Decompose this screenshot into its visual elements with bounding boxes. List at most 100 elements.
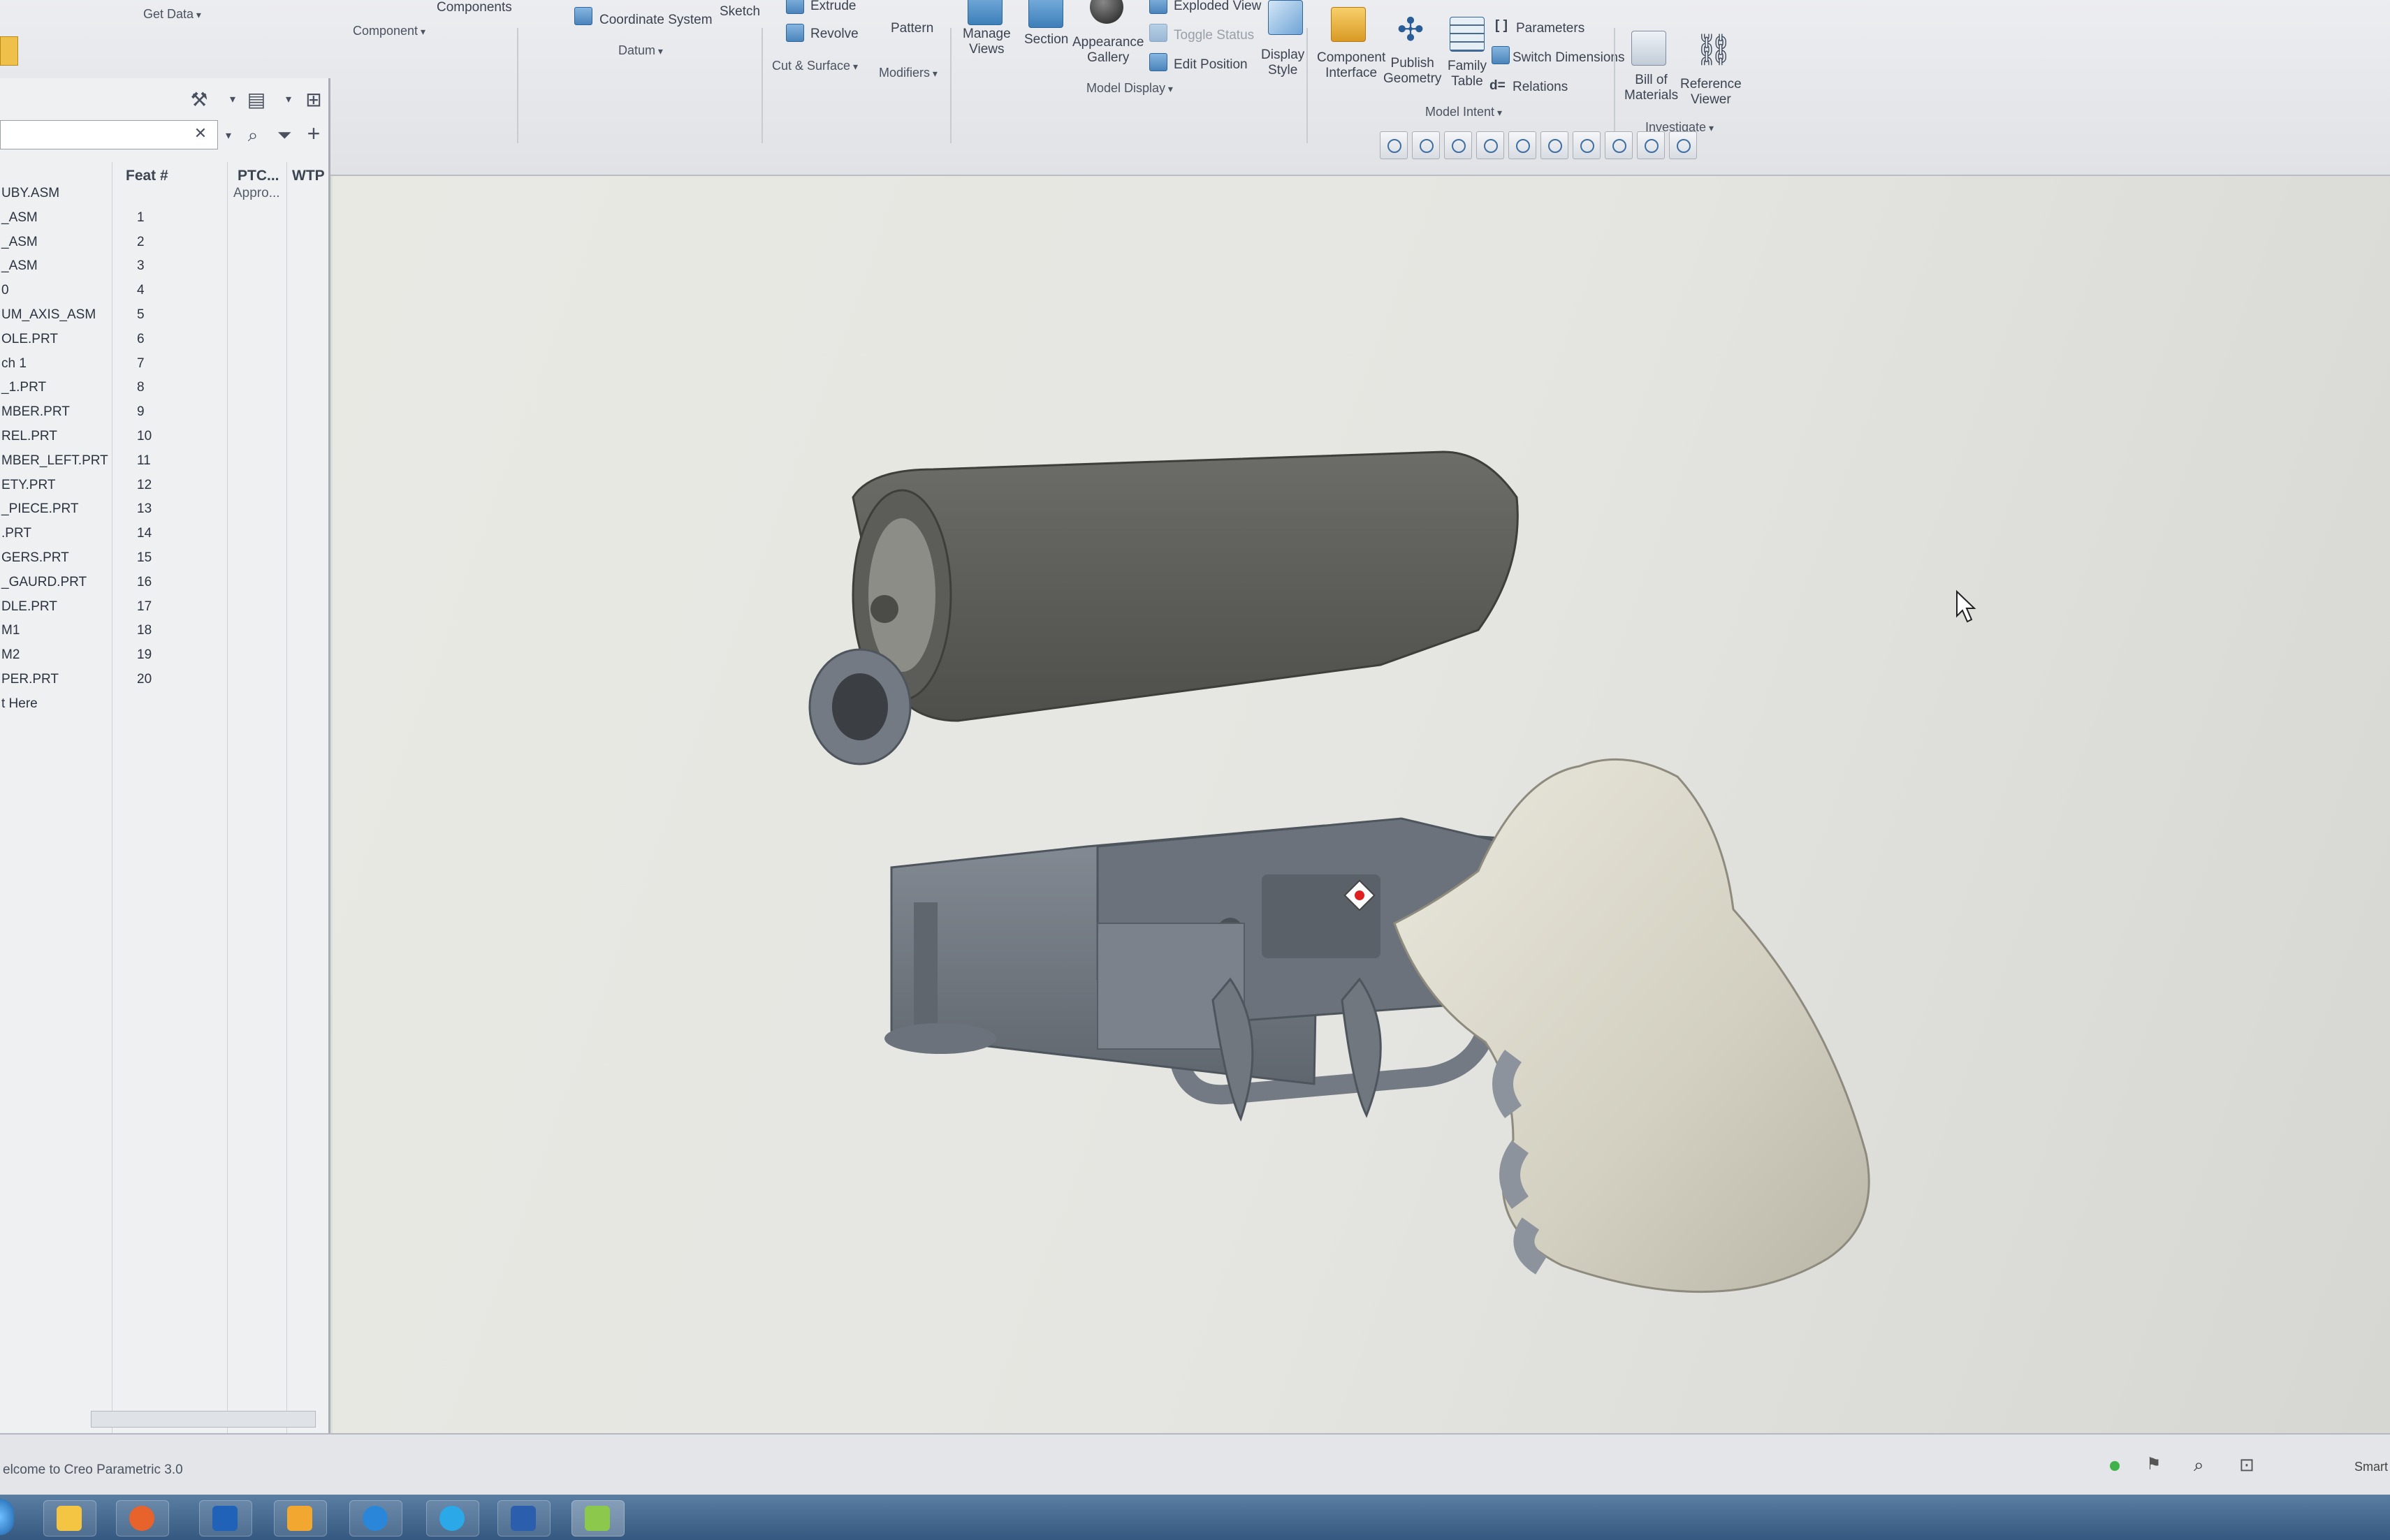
filter-funnel-icon[interactable]: ⏷ [272,123,296,147]
annotation-display-icon[interactable] [1637,131,1665,159]
relations-icon[interactable]: d= [1489,78,1506,94]
datum-display-icon[interactable] [1605,131,1633,159]
cut-surface-group-label[interactable]: Cut & Surface [772,59,858,73]
bill-of-materials-icon[interactable] [1631,31,1666,66]
parameters-icon[interactable]: [ ] [1495,18,1508,34]
tree-row[interactable]: REL.PRT 10 [0,425,328,449]
media-player-app[interactable] [116,1500,169,1537]
component-group-label[interactable]: Component [353,24,425,38]
publish-geometry-button[interactable]: Publish Geometry [1383,56,1441,87]
exploded-view-icon[interactable] [1149,0,1167,14]
extrude-icon[interactable] [786,0,804,14]
revolve-button[interactable]: Revolve [810,27,859,42]
tree-row[interactable]: 04 [0,279,328,303]
tree-row[interactable]: _ASM 2 [0,230,328,255]
switch-dimensions-icon[interactable] [1492,46,1510,64]
pattern-button[interactable]: Pattern [891,21,933,36]
outlook-app[interactable] [199,1500,252,1537]
tree-row[interactable]: _PIECE.PRT 13 [0,497,328,522]
coordinate-system-button[interactable]: Coordinate System [599,13,713,28]
toggle-status-icon[interactable] [1149,24,1167,42]
creo-app[interactable] [349,1500,402,1537]
flag-icon[interactable]: ⚑ [2146,1454,2162,1474]
tree-row[interactable]: ch 1 7 [0,352,328,376]
switch-dimensions-button[interactable]: Switch Dimensions [1513,50,1625,66]
reference-viewer-button[interactable]: Reference Viewer [1680,77,1742,108]
section-icon[interactable] [1028,0,1063,28]
tree-row[interactable]: GERS.PRT 15 [0,546,328,571]
model-render[interactable] [333,176,2390,1433]
start-button[interactable] [0,1499,14,1535]
creo-parametric-app[interactable] [571,1500,625,1537]
tree-row[interactable]: OLE.PRT 6 [0,328,328,352]
relations-button[interactable]: Relations [1513,80,1568,95]
revolve-icon[interactable] [786,24,804,42]
manage-views-button[interactable]: Manage Views [963,27,1011,57]
selection-filter[interactable]: Smart [2354,1460,2388,1474]
view-manager-icon[interactable] [1540,131,1568,159]
family-table-icon[interactable] [1450,17,1485,52]
skype-app[interactable] [426,1500,479,1537]
appearance-gallery-button[interactable]: Appearance Gallery [1072,35,1144,66]
search-dropdown-icon[interactable]: ▾ [217,124,240,148]
tree-row[interactable]: _GAURD.PRT 16 [0,571,328,595]
top-barrel[interactable] [852,450,1519,722]
display-style-button[interactable]: Display Style [1261,47,1304,78]
explorer-app[interactable] [43,1500,96,1537]
tree-row[interactable]: ETY.PRT 12 [0,474,328,498]
quick-access-icon[interactable] [0,36,18,66]
manage-views-icon[interactable] [968,0,1003,25]
selection-box-icon[interactable]: ⊡ [2239,1454,2254,1476]
tree-search-input[interactable] [0,120,218,149]
family-table-button[interactable]: Family Table [1448,59,1487,89]
extrude-button[interactable]: Extrude [810,0,856,14]
edit-position-icon[interactable] [1149,53,1167,71]
tree-horizontal-scrollbar[interactable] [91,1411,316,1428]
display-style-toggle-icon[interactable] [1573,131,1601,159]
coordinate-system-icon[interactable] [574,7,592,25]
tree-filter-dropdown-icon[interactable]: ▾ [277,88,300,112]
spin-center-icon[interactable] [1669,131,1697,159]
model-intent-group-label[interactable]: Model Intent [1425,105,1502,119]
tree-row[interactable]: PER.PRT 20 [0,668,328,692]
add-icon[interactable]: + [302,122,326,145]
clear-search-icon[interactable]: ✕ [189,122,212,145]
get-data-menu[interactable]: Get Data [143,7,201,22]
repaint-icon[interactable] [1476,131,1504,159]
tree-row[interactable]: MBER_LEFT.PRT 11 [0,449,328,474]
section-button[interactable]: Section [1024,32,1068,47]
appearance-gallery-icon[interactable] [1090,0,1123,24]
tree-filter-doc-icon[interactable]: ▤ [245,88,268,112]
parameters-button[interactable]: Parameters [1516,21,1584,36]
sketch-button[interactable]: Sketch [720,4,760,20]
refit-icon[interactable] [1380,131,1408,159]
tree-row[interactable]: UM_AXIS_ASM 5 [0,303,328,328]
tree-row[interactable]: .PRT 14 [0,522,328,546]
tree-row[interactable]: M1 18 [0,619,328,643]
saved-orientations-icon[interactable] [1508,131,1536,159]
tree-row[interactable]: M2 19 [0,643,328,668]
zoom-out-icon[interactable] [1444,131,1472,159]
tree-settings-dropdown-icon[interactable]: ▾ [221,88,245,112]
datum-group-label[interactable]: Datum [618,43,663,58]
tree-columns-icon[interactable]: ⊞ [302,88,326,112]
tree-row[interactable]: _ASM 1 [0,206,328,230]
reference-viewer-icon[interactable]: ⛓ [1694,34,1733,67]
tree-row[interactable]: t Here [0,692,328,717]
component-interface-icon[interactable] [1331,7,1366,42]
components-label[interactable]: Components [437,0,512,15]
edit-position-button[interactable]: Edit Position [1174,57,1248,73]
toggle-status-button[interactable]: Toggle Status [1174,28,1254,43]
tree-settings-icon[interactable]: ⚒ [187,88,211,112]
exploded-view-button[interactable]: Exploded View [1174,0,1261,14]
model-display-group-label[interactable]: Model Display [1086,81,1173,96]
word-app[interactable] [497,1500,551,1537]
component-interface-button[interactable]: Component Interface [1317,50,1385,81]
tree-row[interactable]: UBY.ASM Appro... [0,182,328,206]
graphics-window[interactable] [333,176,2390,1433]
display-style-icon[interactable] [1268,0,1303,35]
find-binoculars-icon[interactable]: ⌕ [241,123,265,147]
tree-row[interactable]: _ASM 3 [0,254,328,279]
files-app[interactable] [274,1500,327,1537]
zoom-in-icon[interactable] [1412,131,1440,159]
